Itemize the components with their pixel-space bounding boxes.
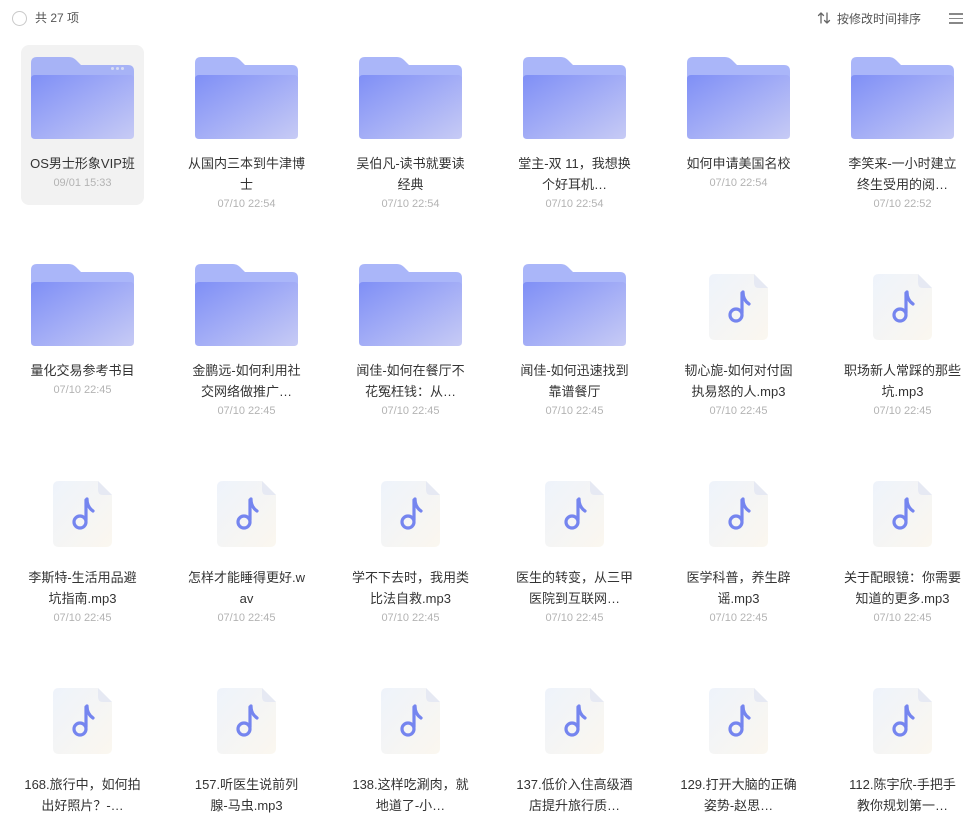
item-modified-date: 07/10 22:45	[381, 612, 440, 624]
folder-item[interactable]: 量化交易参考书目 07/10 22:45	[21, 252, 144, 412]
item-name: 职场新人常踩的那些坑.mp3	[843, 363, 961, 399]
folder-item[interactable]: 闻佳-如何迅速找到靠谱餐厅 07/10 22:45	[513, 252, 636, 417]
item-name: 112.陈宇欣-手把手教你规划第一…	[849, 777, 956, 813]
item-name: 李笑来-一小时建立终生受用的阅…	[848, 156, 957, 192]
audio-file-item[interactable]: 138.这样吃涮肉，就地道了-小…	[349, 666, 472, 826]
item-modified-date: 07/10 22:45	[545, 405, 604, 417]
audio-file-icon	[687, 676, 790, 760]
folder-item[interactable]: 李笑来-一小时建立终生受用的阅… 07/10 22:52	[841, 45, 964, 210]
item-name: 吴伯凡-读书就要读经典	[356, 156, 465, 192]
item-modified-date: 07/10 22:52	[873, 198, 932, 210]
folder-icon	[31, 262, 134, 346]
folder-icon	[31, 55, 134, 139]
item-modified-date: 07/10 22:45	[873, 612, 932, 624]
folder-icon	[195, 262, 298, 346]
audio-file-item[interactable]: 129.打开大脑的正确姿势-赵思…	[677, 666, 800, 826]
item-name: 从国内三本到牛津博士	[187, 156, 305, 192]
item-name: OS男士形象VIP班	[30, 156, 135, 171]
folder-icon	[359, 55, 462, 139]
audio-file-icon	[687, 262, 790, 346]
item-modified-date: 07/10 22:45	[709, 612, 768, 624]
item-modified-date: 07/10 22:45	[53, 612, 112, 624]
audio-file-item[interactable]: 职场新人常踩的那些坑.mp3 07/10 22:45	[841, 252, 964, 417]
audio-file-item[interactable]: 学不下去时，我用类比法自救.mp3 07/10 22:45	[349, 459, 472, 624]
folder-icon	[523, 262, 626, 346]
item-name: 168.旅行中，如何拍出好照片？-…	[24, 777, 141, 813]
folder-item[interactable]: OS男士形象VIP班 09/01 15:33	[21, 45, 144, 205]
item-modified-date: 07/10 22:45	[217, 612, 276, 624]
item-modified-date: 07/10 22:45	[53, 384, 112, 396]
folder-item[interactable]: 闻佳-如何在餐厅不花冤枉钱：从… 07/10 22:45	[349, 252, 472, 417]
item-name: 关于配眼镜：你需要知道的更多.mp3	[843, 570, 961, 606]
audio-file-item[interactable]: 医生的转变，从三甲医院到互联网… 07/10 22:45	[513, 459, 636, 624]
item-modified-date: 07/10 22:54	[381, 198, 440, 210]
item-name: 闻佳-如何在餐厅不花冤枉钱：从…	[356, 363, 465, 399]
audio-file-item[interactable]: 168.旅行中，如何拍出好照片？-…	[21, 666, 144, 826]
item-modified-date: 07/10 22:45	[709, 405, 768, 417]
folder-icon	[687, 55, 790, 139]
item-modified-date: 07/10 22:54	[709, 177, 768, 189]
item-name: 医学科普，养生辟谣.mp3	[686, 570, 791, 606]
folder-item[interactable]: 吴伯凡-读书就要读经典 07/10 22:54	[349, 45, 472, 210]
audio-file-icon	[31, 676, 134, 760]
audio-file-icon	[195, 676, 298, 760]
more-options-icon[interactable]	[111, 67, 124, 70]
folder-item[interactable]: 金鹏远-如何利用社交网络做推广… 07/10 22:45	[185, 252, 308, 417]
folder-item[interactable]: 如何申请美国名校 07/10 22:54	[677, 45, 800, 205]
folder-icon	[851, 55, 954, 139]
item-name: 韧心旎-如何对付固执易怒的人.mp3	[684, 363, 793, 399]
item-name: 157.听医生说前列腺-马虫.mp3	[194, 777, 299, 813]
item-modified-date: 07/10 22:54	[217, 198, 276, 210]
folder-icon	[195, 55, 298, 139]
audio-file-icon	[195, 469, 298, 553]
audio-file-item[interactable]: 137.低价入住高级酒店提升旅行质…	[513, 666, 636, 826]
audio-file-item[interactable]: 157.听医生说前列腺-马虫.mp3	[185, 666, 308, 826]
folder-item[interactable]: 堂主-双 11，我想换个好耳机… 07/10 22:54	[513, 45, 636, 210]
audio-file-item[interactable]: 韧心旎-如何对付固执易怒的人.mp3 07/10 22:45	[677, 252, 800, 417]
item-name: 李斯特-生活用品避坑指南.mp3	[28, 570, 137, 606]
audio-file-icon	[31, 469, 134, 553]
file-grid: OS男士形象VIP班 09/01 15:33 从国内三本到牛津博士 07/10 22:…	[0, 0, 968, 816]
item-name: 怎样才能睡得更好.wav	[187, 570, 305, 606]
audio-file-icon	[851, 676, 954, 760]
item-name: 129.打开大脑的正确姿势-赵思…	[680, 777, 797, 813]
item-modified-date: 09/01 15:33	[53, 177, 112, 189]
audio-file-icon	[359, 469, 462, 553]
audio-file-item[interactable]: 医学科普，养生辟谣.mp3 07/10 22:45	[677, 459, 800, 624]
audio-file-item[interactable]: 李斯特-生活用品避坑指南.mp3 07/10 22:45	[21, 459, 144, 624]
item-modified-date: 07/10 22:45	[873, 405, 932, 417]
audio-file-item[interactable]: 怎样才能睡得更好.wav 07/10 22:45	[185, 459, 308, 624]
item-modified-date: 07/10 22:45	[217, 405, 276, 417]
audio-file-icon	[523, 676, 626, 760]
item-modified-date: 07/10 22:54	[545, 198, 604, 210]
item-modified-date: 07/10 22:45	[545, 612, 604, 624]
folder-icon	[523, 55, 626, 139]
audio-file-icon	[687, 469, 790, 553]
audio-file-item[interactable]: 112.陈宇欣-手把手教你规划第一…	[841, 666, 964, 826]
item-name: 量化交易参考书目	[30, 363, 135, 378]
folder-icon	[359, 262, 462, 346]
item-name: 如何申请美国名校	[686, 156, 791, 171]
folder-item[interactable]: 从国内三本到牛津博士 07/10 22:54	[185, 45, 308, 210]
item-name: 138.这样吃涮肉，就地道了-小…	[352, 777, 469, 813]
item-modified-date: 07/10 22:45	[381, 405, 440, 417]
item-name: 医生的转变，从三甲医院到互联网…	[515, 570, 633, 606]
audio-file-icon	[523, 469, 626, 553]
audio-file-item[interactable]: 关于配眼镜：你需要知道的更多.mp3 07/10 22:45	[841, 459, 964, 624]
item-name: 137.低价入住高级酒店提升旅行质…	[516, 777, 633, 813]
audio-file-icon	[851, 469, 954, 553]
item-name: 金鹏远-如何利用社交网络做推广…	[192, 363, 301, 399]
audio-file-icon	[851, 262, 954, 346]
item-name: 闻佳-如何迅速找到靠谱餐厅	[520, 363, 629, 399]
item-name: 堂主-双 11，我想换个好耳机…	[518, 156, 631, 192]
audio-file-icon	[359, 676, 462, 760]
item-name: 学不下去时，我用类比法自救.mp3	[351, 570, 469, 606]
